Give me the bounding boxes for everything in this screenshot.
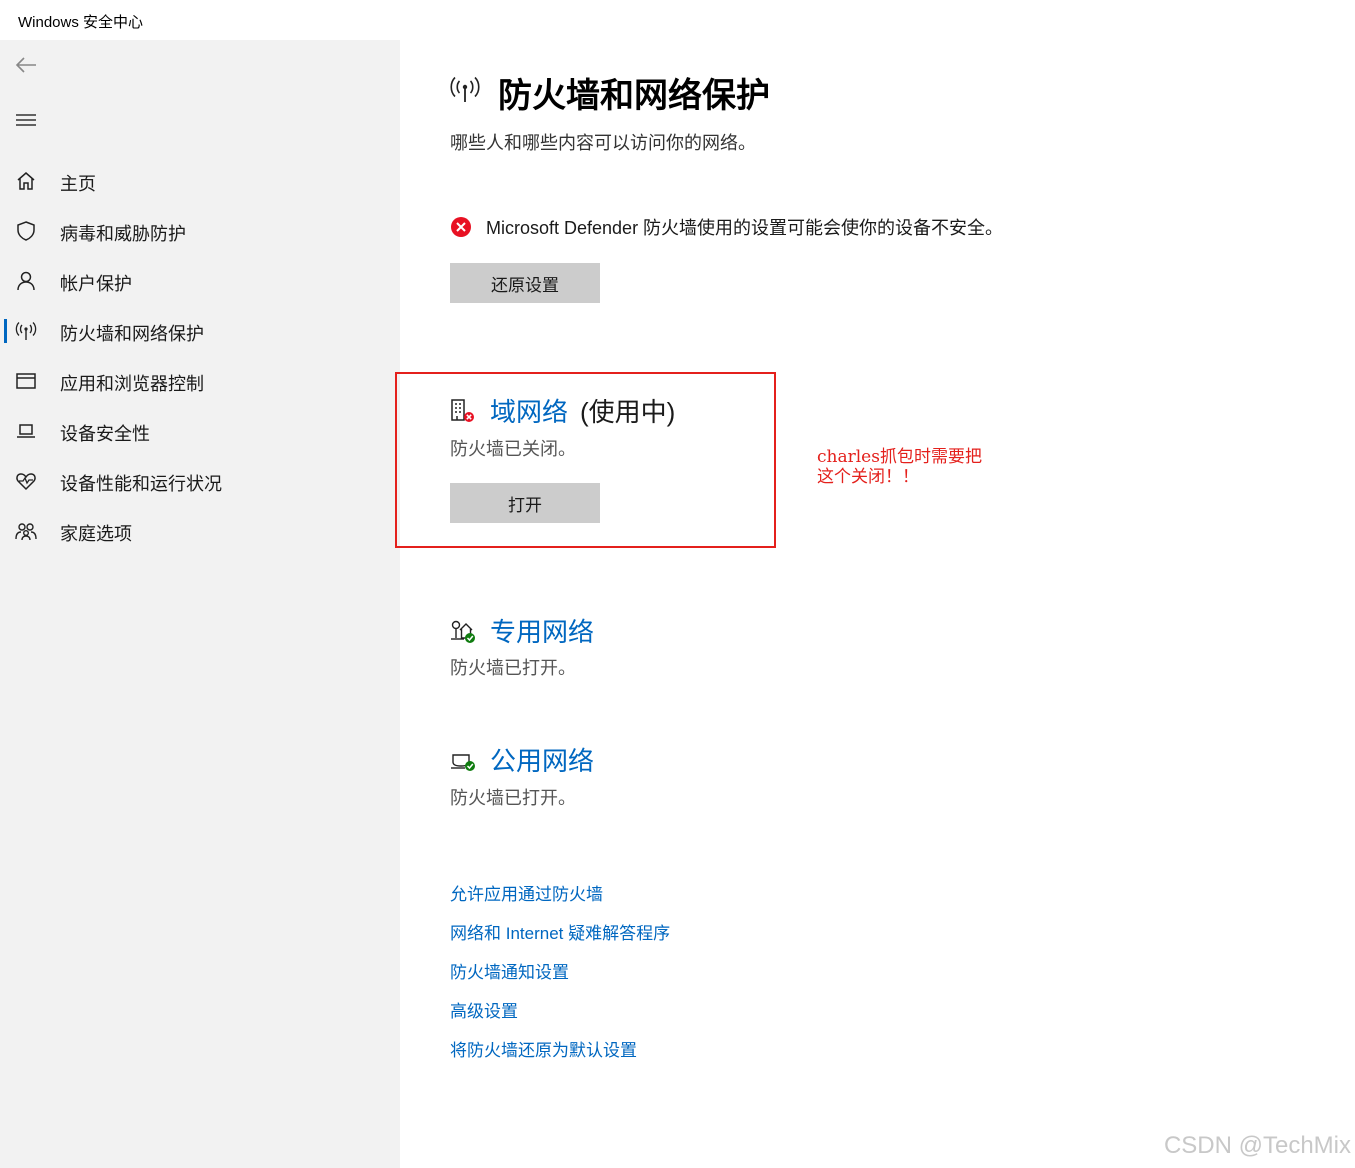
network-troubleshooter-link[interactable]: 网络和 Internet 疑难解答程序: [450, 922, 670, 961]
domain-network-in-use-label: (使用中): [580, 397, 676, 427]
sidebar-item-account-protection[interactable]: 帐户保护: [0, 256, 400, 306]
sidebar-item-label: 帐户保护: [60, 274, 132, 294]
restore-settings-button[interactable]: 还原设置: [450, 263, 600, 303]
back-arrow-icon: [15, 57, 36, 73]
warning-text: Microsoft Defender 防火墙使用的设置可能会使你的设备不安全。: [486, 218, 1004, 238]
annotation-note: charles抓包时需要把 这个关闭！！: [817, 447, 1037, 487]
public-network-status: 防火墙已打开。: [450, 788, 576, 808]
public-network-row: 公用网络: [450, 741, 594, 778]
menu-button[interactable]: [8, 105, 44, 135]
sidebar-item-label: 主页: [60, 174, 96, 194]
hamburger-menu-icon: [16, 114, 36, 126]
sidebar-item-device-security[interactable]: 设备安全性: [0, 406, 400, 456]
allow-app-through-firewall-link[interactable]: 允许应用通过防火墙: [450, 883, 670, 922]
sidebar-item-firewall[interactable]: 防火墙和网络保护: [0, 306, 400, 356]
sidebar-item-app-browser-control[interactable]: 应用和浏览器控制: [0, 356, 400, 406]
home-icon: [14, 170, 38, 192]
laptop-icon: [14, 420, 38, 442]
title-bar: Windows 安全中心: [0, 0, 1355, 40]
private-network-icon: [451, 620, 475, 643]
sidebar-item-label: 病毒和威胁防护: [60, 224, 186, 244]
sidebar: 主页 病毒和威胁防护 帐户保护 防火墙和网络保护 应用和浏览器控制 设备安全性 …: [0, 40, 400, 1168]
public-network-icon: [451, 753, 475, 771]
window-title: Windows 安全中心: [18, 14, 144, 31]
firewall-notification-settings-link[interactable]: 防火墙通知设置: [450, 961, 670, 1000]
family-icon: [14, 520, 38, 542]
back-button[interactable]: [8, 50, 44, 80]
private-network-status: 防火墙已打开。: [450, 658, 576, 678]
private-network-link[interactable]: 专用网络: [490, 612, 594, 649]
annotation-line: 这个关闭！！: [817, 467, 919, 487]
main-content: 防火墙和网络保护 哪些人和哪些内容可以访问你的网络。 Microsoft Def…: [395, 40, 1355, 1168]
antenna-icon: [448, 74, 482, 108]
public-network-link[interactable]: 公用网络: [490, 741, 594, 778]
sidebar-item-home[interactable]: 主页: [0, 156, 400, 206]
advanced-settings-link[interactable]: 高级设置: [450, 1000, 670, 1039]
turn-on-firewall-button[interactable]: 打开: [450, 483, 600, 523]
sidebar-item-label: 防火墙和网络保护: [60, 324, 204, 344]
error-circle-icon: [451, 217, 471, 237]
sidebar-item-virus-protection[interactable]: 病毒和威胁防护: [0, 206, 400, 256]
domain-network-status: 防火墙已关闭。: [450, 439, 576, 459]
watermark: CSDN @TechMix: [1163, 1132, 1351, 1159]
sidebar-item-family-options[interactable]: 家庭选项: [0, 506, 400, 556]
page-title: 防火墙和网络保护: [498, 77, 770, 115]
restore-firewall-defaults-link[interactable]: 将防火墙还原为默认设置: [450, 1039, 670, 1078]
sidebar-item-device-performance[interactable]: 设备性能和运行状况: [0, 456, 400, 506]
antenna-icon: [14, 320, 38, 342]
private-network-row: 专用网络: [450, 612, 594, 649]
annotation-line: charles抓包时需要把: [817, 447, 982, 467]
sidebar-item-label: 设备性能和运行状况: [60, 474, 222, 494]
person-icon: [14, 270, 38, 292]
browser-window-icon: [14, 370, 38, 392]
sidebar-item-label: 家庭选项: [60, 524, 132, 544]
shield-icon: [14, 220, 38, 242]
heart-pulse-icon: [14, 470, 38, 492]
sidebar-item-label: 应用和浏览器控制: [60, 374, 204, 394]
sidebar-item-label: 设备安全性: [60, 424, 150, 444]
sidebar-nav: 主页 病毒和威胁防护 帐户保护 防火墙和网络保护 应用和浏览器控制 设备安全性 …: [0, 156, 400, 556]
warning-row: Microsoft Defender 防火墙使用的设置可能会使你的设备不安全。: [450, 215, 1003, 239]
related-links: 允许应用通过防火墙 网络和 Internet 疑难解答程序 防火墙通知设置 高级…: [450, 883, 670, 1078]
page-subtitle: 哪些人和哪些内容可以访问你的网络。: [450, 133, 756, 153]
domain-network-icon: [451, 398, 474, 422]
domain-network-row: 域网络 (使用中): [450, 392, 675, 429]
domain-network-link[interactable]: 域网络: [490, 392, 568, 429]
